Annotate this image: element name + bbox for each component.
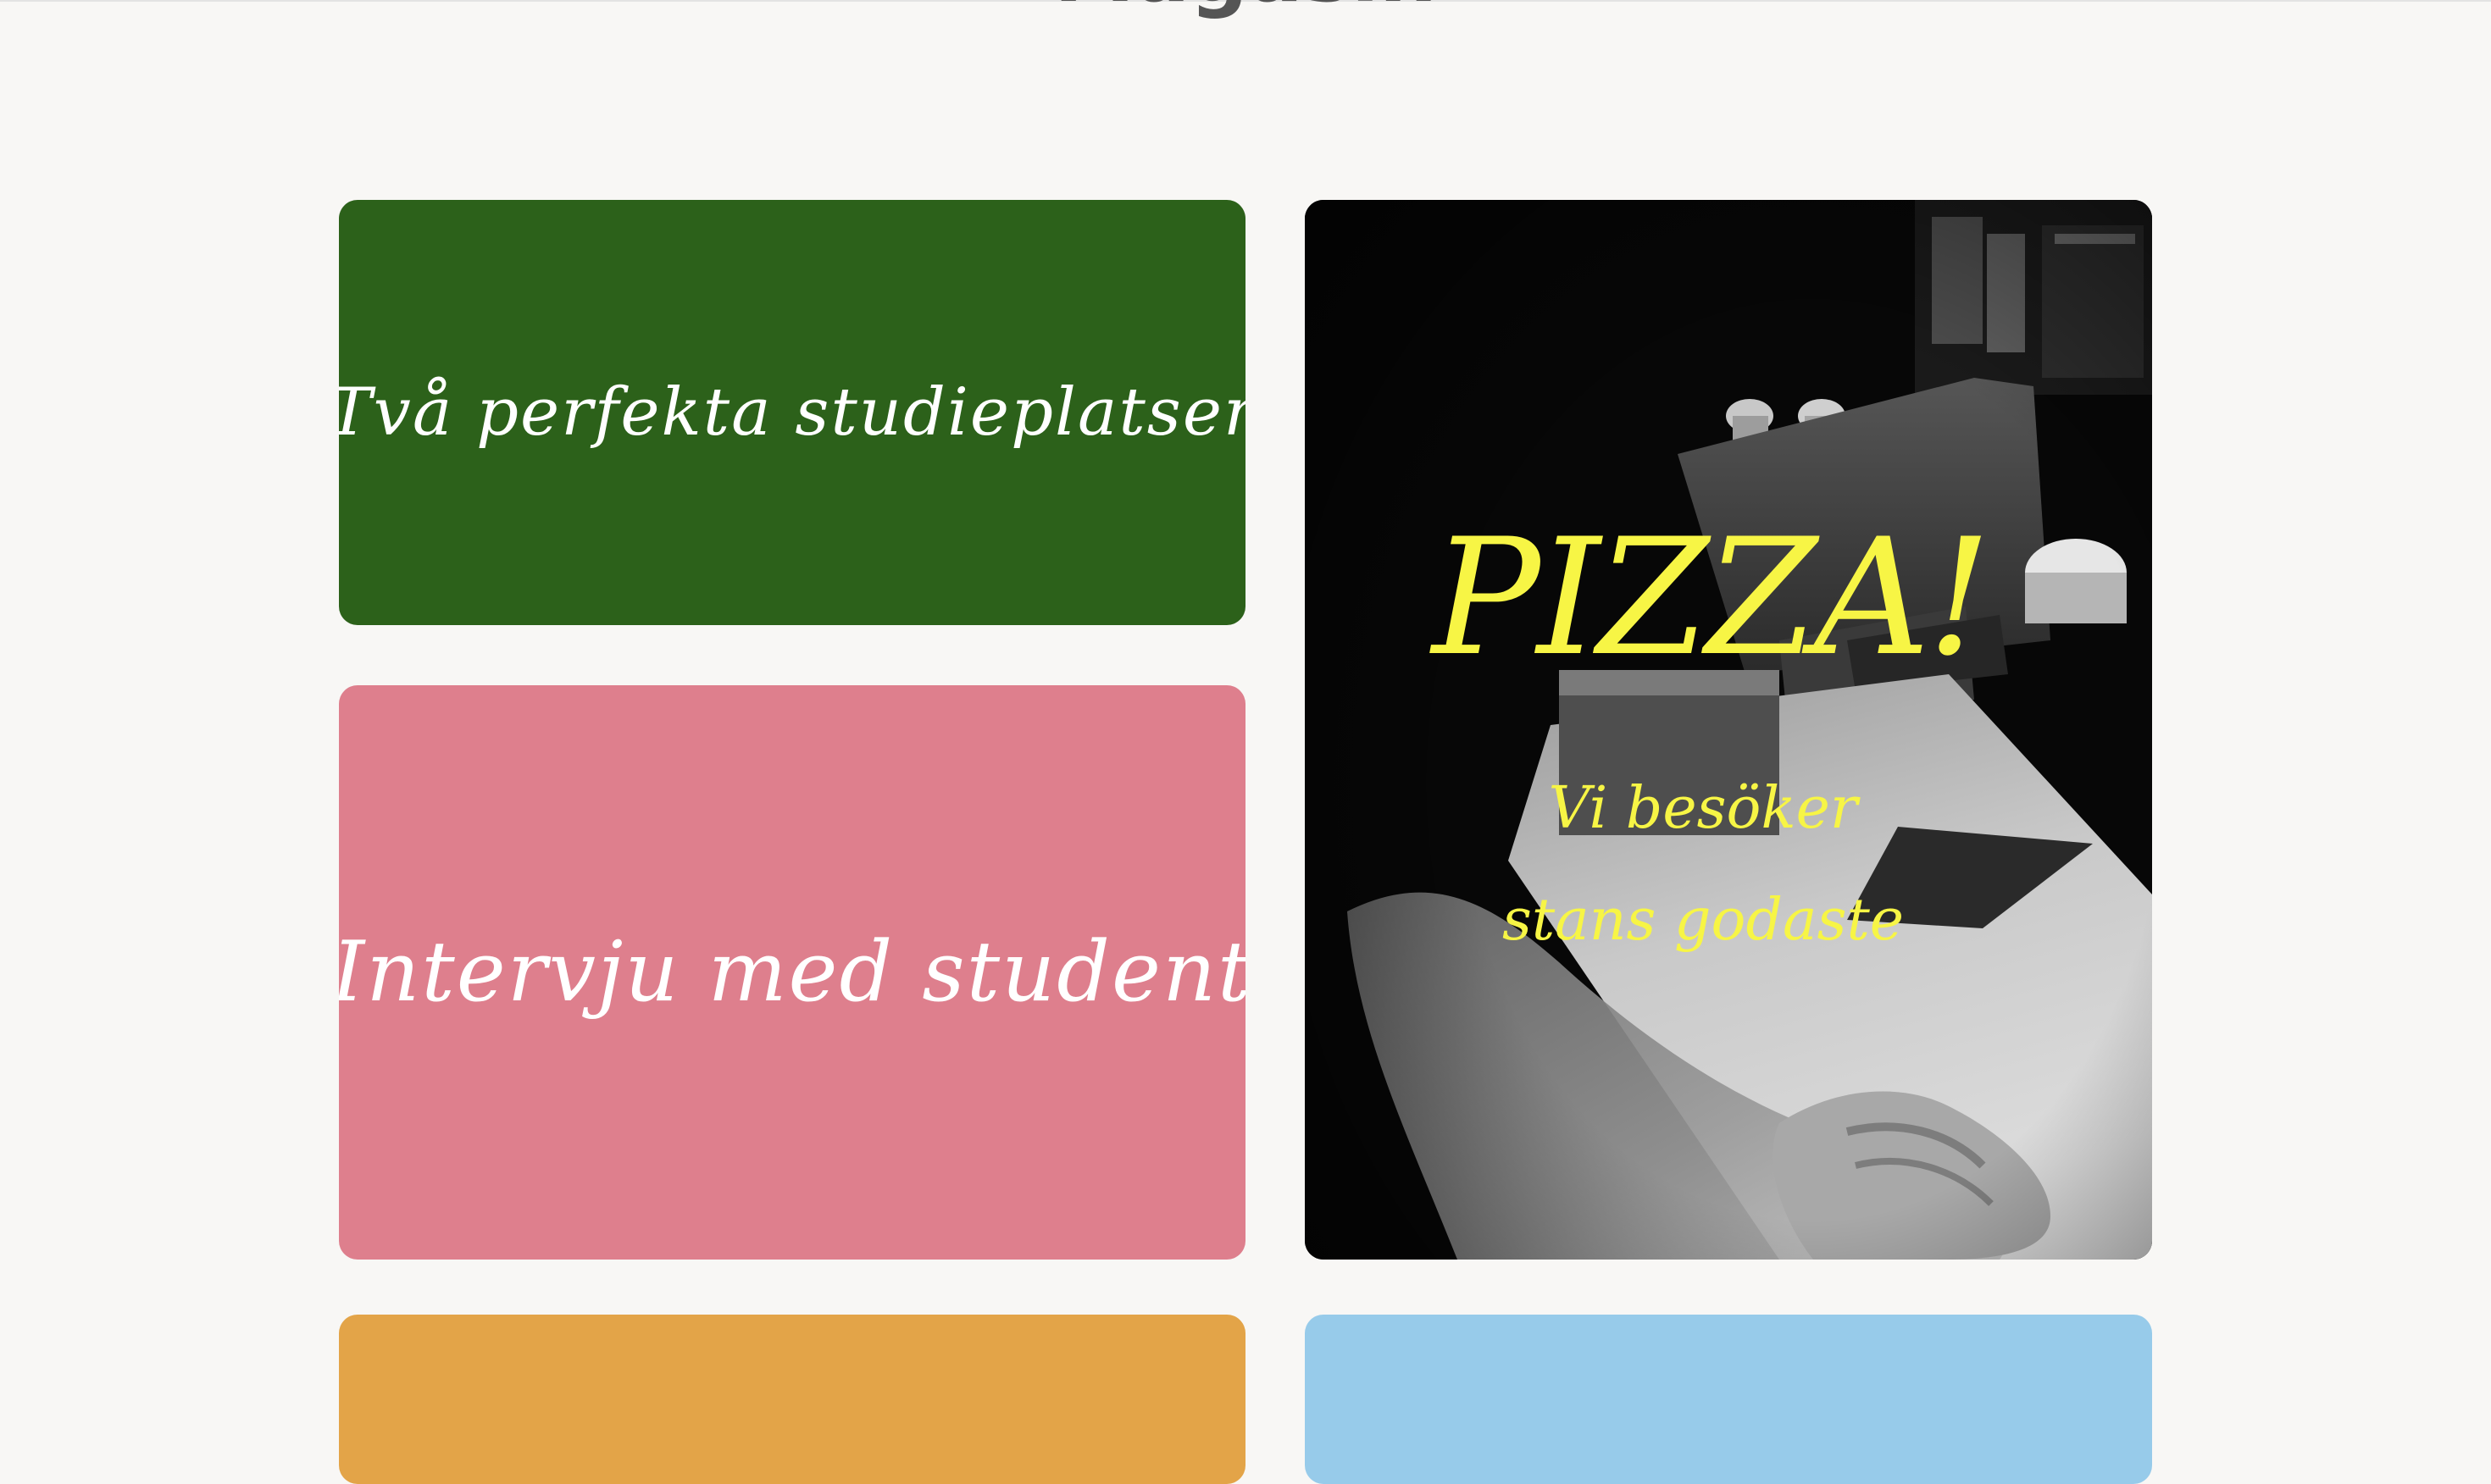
article-card-pizza[interactable]: PIZZA! Vi besöker stans godaste [1305,200,2152,1260]
card-title: Två perfekta studieplatser [339,374,1246,451]
card-title: Intervju med student [339,924,1246,1021]
article-card-orange[interactable] [339,1315,1246,1484]
page-heading: Magasin [1017,0,1474,24]
pizza-headline: PIZZA! [1432,504,1992,691]
article-card-blue[interactable] [1305,1315,2152,1484]
article-card-study-places[interactable]: Två perfekta studieplatser [339,200,1246,625]
article-card-student-interview[interactable]: Intervju med student [339,685,1246,1260]
pizza-subline-1: Vi besöker [1548,775,1858,842]
pizza-overlay: PIZZA! Vi besöker stans godaste [1305,200,2152,1260]
pizza-subline-2: stans godaste [1501,887,1905,954]
